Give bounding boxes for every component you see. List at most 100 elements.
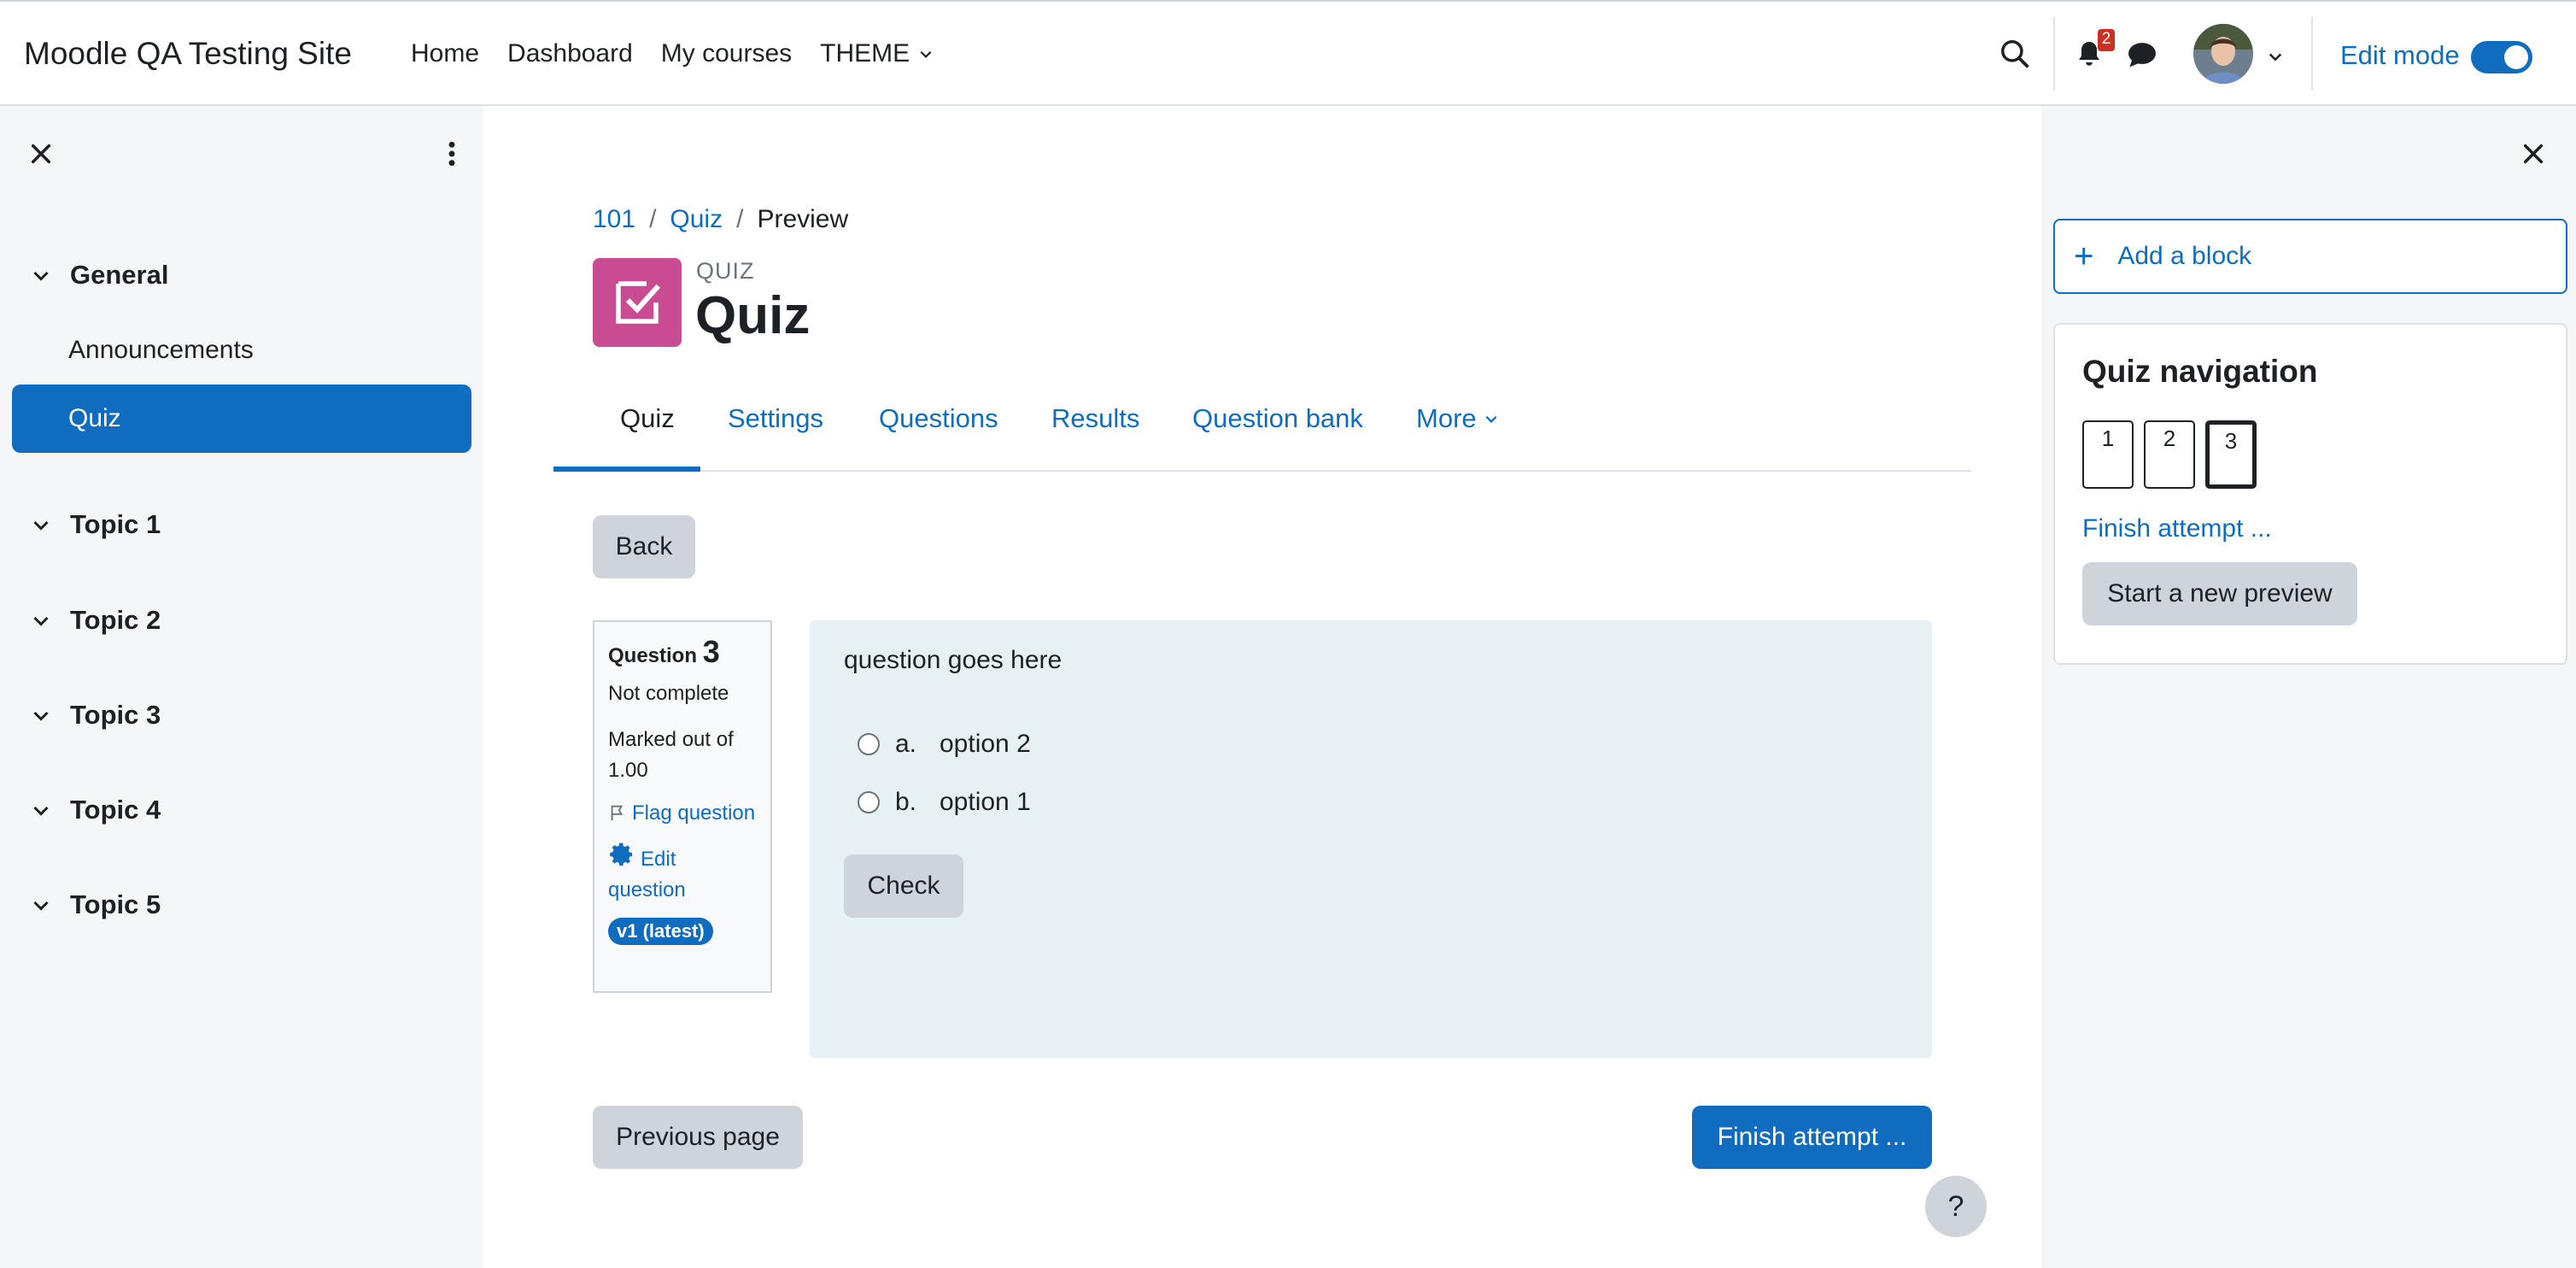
course-section-topic-3[interactable]: Topic 3 (0, 668, 483, 762)
start-new-preview-button[interactable]: Start a new preview (2082, 562, 2357, 625)
question-state: Not complete (608, 682, 729, 705)
chevron-down-icon[interactable] (31, 265, 51, 285)
course-section-topic-2[interactable]: Topic 2 (0, 572, 483, 668)
navbar-divider (2311, 17, 2313, 91)
active-tab-indicator (553, 467, 700, 472)
answer-letter: b. (895, 788, 917, 816)
finish-attempt-link[interactable]: Finish attempt ... (2082, 514, 2272, 543)
course-item-quiz[interactable]: Quiz (12, 385, 471, 453)
version-badge: v1 (latest) (608, 918, 713, 945)
section-label: Topic 2 (70, 605, 161, 635)
question-grade: Marked out of 1.00 (608, 728, 734, 782)
chevron-down-icon[interactable] (31, 610, 51, 631)
breadcrumb-separator: / (736, 205, 744, 233)
answer-option-a[interactable]: a. option 2 (858, 730, 1031, 759)
back-button[interactable]: Back (593, 515, 695, 578)
toggle-knob (2504, 45, 2528, 69)
answer-option-b[interactable]: b. option 1 (858, 788, 1031, 817)
tab-more[interactable]: More (1416, 403, 1499, 434)
search-icon[interactable] (1999, 38, 2031, 70)
edit-mode-label: Edit mode (2340, 40, 2460, 70)
tab-settings[interactable]: Settings (728, 403, 823, 434)
breadcrumb: 101 / Quiz / Preview (593, 205, 848, 234)
tab-question-bank[interactable]: Question bank (1192, 403, 1363, 434)
tab-questions[interactable]: Questions (879, 403, 998, 434)
breadcrumb-separator: / (649, 205, 657, 233)
page-title: Quiz (695, 286, 811, 345)
user-avatar[interactable] (2193, 24, 2253, 84)
question-info-panel: Question 3 Not complete Marked out of 1.… (593, 620, 772, 993)
breadcrumb-course[interactable]: 101 (593, 205, 635, 234)
flag-icon (611, 805, 624, 821)
help-button[interactable]: ? (1925, 1176, 1987, 1237)
chevron-down-icon[interactable] (31, 705, 51, 725)
close-drawer-icon[interactable] (2521, 142, 2545, 166)
notification-count-badge: 2 (2098, 29, 2115, 51)
quiz-nav-question-3[interactable]: 3 (2205, 420, 2257, 489)
edit-question-link[interactable]: Edit question (608, 841, 757, 906)
question-text: question goes here (844, 646, 1063, 674)
nav-my-courses[interactable]: My courses (661, 39, 792, 68)
primary-navigation: Home Dashboard My courses THEME (411, 39, 962, 68)
course-section-topic-1[interactable]: Topic 1 (0, 477, 483, 572)
answer-text: option 2 (940, 730, 1031, 758)
close-drawer-icon[interactable] (29, 142, 53, 166)
question-content: question goes here a. option 2 b. option… (810, 620, 1932, 1058)
chevron-down-icon[interactable] (31, 514, 51, 535)
answer-letter: a. (895, 730, 917, 758)
chevron-down-icon[interactable] (31, 895, 51, 915)
quiz-activity-icon (593, 258, 682, 347)
tab-results[interactable]: Results (1051, 403, 1139, 434)
quiz-nav-question-2[interactable]: 2 (2144, 420, 2195, 489)
gear-icon (610, 842, 632, 866)
question-number-label: Question (608, 644, 698, 667)
plus-icon: + (2074, 238, 2094, 275)
course-index: General Announcements Quiz Topic 1 Topic… (0, 234, 483, 952)
chevron-down-icon[interactable] (31, 800, 51, 820)
edit-mode-toggle[interactable] (2471, 41, 2532, 73)
finish-attempt-button[interactable]: Finish attempt ... (1692, 1106, 1932, 1169)
navbar-divider (2053, 17, 2055, 91)
nav-theme-label: THEME (820, 39, 910, 68)
quiz-nav-question-1[interactable]: 1 (2082, 420, 2134, 489)
user-menu-chevron-down-icon[interactable] (2267, 48, 2284, 65)
check-button[interactable]: Check (844, 854, 963, 918)
quiz-navigation-block: Quiz navigation 1 2 3 Finish attempt ...… (2053, 323, 2567, 665)
radio-button[interactable] (858, 791, 880, 813)
section-label: Topic 3 (70, 700, 161, 730)
block-title: Quiz navigation (2082, 354, 2318, 389)
course-index-drawer: General Announcements Quiz Topic 1 Topic… (0, 106, 483, 1268)
add-block-button[interactable]: + Add a block (2053, 219, 2567, 294)
question-number-value: 3 (702, 634, 720, 669)
breadcrumb-quiz[interactable]: Quiz (670, 205, 723, 234)
course-section-general[interactable]: General (0, 234, 483, 316)
previous-page-button[interactable]: Previous page (593, 1106, 803, 1169)
tab-quiz[interactable]: Quiz (620, 403, 675, 434)
chevron-down-icon (1485, 415, 1497, 423)
radio-button[interactable] (858, 733, 880, 755)
flag-question-link[interactable]: Flag question (608, 798, 757, 829)
section-label: General (70, 260, 169, 290)
nav-dashboard[interactable]: Dashboard (507, 39, 633, 68)
top-navbar: Moodle QA Testing Site Home Dashboard My… (0, 0, 2576, 106)
checkbox-check-icon (616, 281, 660, 324)
add-block-label: Add a block (2117, 242, 2252, 270)
kebab-menu-icon[interactable] (444, 140, 460, 167)
activity-type-label: QUIZ (696, 258, 755, 284)
secondary-navigation: Quiz Settings Questions Results Question… (553, 376, 1971, 472)
chevron-down-icon (920, 50, 932, 58)
flag-question-label: Flag question (632, 801, 756, 825)
nav-home[interactable]: Home (411, 39, 479, 68)
site-name[interactable]: Moodle QA Testing Site (24, 36, 352, 72)
question-number: Question 3 (608, 634, 757, 670)
avatar-photo-icon (2193, 24, 2253, 84)
chat-bubble-icon[interactable] (2127, 41, 2157, 68)
course-section-topic-5[interactable]: Topic 5 (0, 858, 483, 952)
course-section-topic-4[interactable]: Topic 4 (0, 762, 483, 858)
breadcrumb-preview: Preview (757, 205, 849, 233)
answer-text: option 1 (940, 788, 1031, 816)
section-label: Topic 1 (70, 509, 161, 539)
course-item-announcements[interactable]: Announcements (0, 316, 483, 385)
section-label: Topic 4 (70, 795, 161, 825)
nav-theme-dropdown[interactable]: THEME (820, 39, 934, 68)
